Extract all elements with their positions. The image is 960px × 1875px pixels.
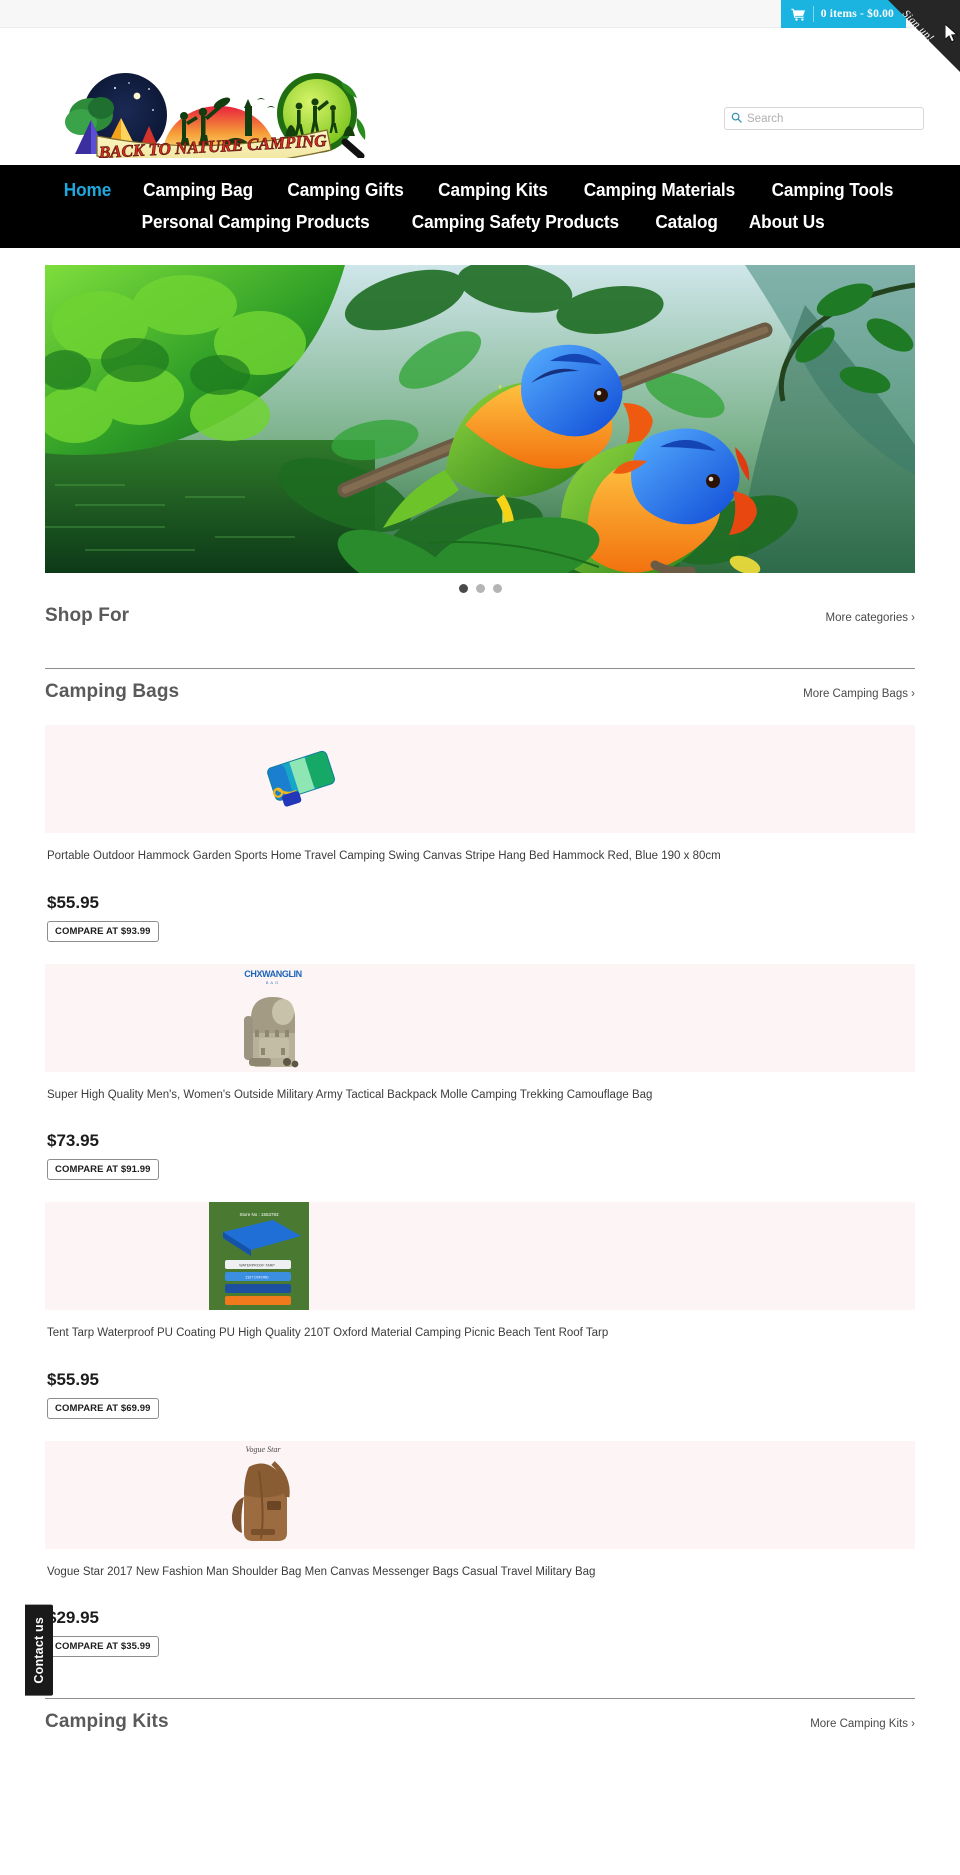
camping-bags-header: Camping Bags More Camping Bags ›: [45, 669, 915, 703]
product-image-row[interactable]: Vogue Star: [45, 1440, 915, 1549]
section-camping-kits: Camping Kits More Camping Kits ›: [0, 1699, 960, 1733]
product-image-backpack: CHXWANGLIN BAG: [225, 963, 321, 1072]
main-navigation: Home Camping Bag Camping Gifts Camping K…: [0, 165, 960, 248]
camping-bags-title: Camping Bags: [45, 681, 180, 702]
search-box[interactable]: [724, 107, 924, 130]
search-input[interactable]: [747, 112, 917, 125]
nav-item-catalog[interactable]: Catalog: [643, 206, 730, 238]
signup-ribbon[interactable]: Sign up!: [888, 0, 960, 72]
nav-item-home[interactable]: Home: [52, 174, 124, 206]
shop-for-header: Shop For More categories ›: [45, 593, 915, 627]
svg-text:BAG: BAG: [266, 980, 280, 985]
product-price: $55.95: [47, 892, 99, 912]
product-card[interactable]: Portable Outdoor Hammock Garden Sports H…: [45, 703, 915, 942]
site-header: BACK TO NATURE CAMPING: [0, 28, 960, 167]
nav-row-secondary: Personal Camping Products Camping Safety…: [0, 206, 960, 238]
shopping-cart-icon: [791, 8, 806, 21]
top-bar: 0 items - $0.00 Sign up!: [0, 0, 960, 72]
product-image-tarp: Store No : 1553783 WATERPROOF TARP 210T …: [209, 1202, 309, 1311]
product-pane-left: [45, 963, 225, 1072]
nav-item-camping-gifts[interactable]: Camping Gifts: [275, 174, 416, 206]
product-image-hammock: [253, 725, 349, 833]
product-image-sling-bag: Vogue Star: [215, 1440, 311, 1549]
hero-slide[interactable]: [45, 265, 915, 573]
product-pane-left: [45, 1440, 215, 1549]
product-pane-right: [349, 725, 915, 833]
svg-text:Store No : 1553783: Store No : 1553783: [239, 1212, 279, 1217]
nav-item-personal-camping-products[interactable]: Personal Camping Products: [129, 206, 381, 238]
nav-row-primary: Home Camping Bag Camping Gifts Camping K…: [0, 174, 960, 206]
logo-artwork: BACK TO NATURE CAMPING: [65, 73, 366, 167]
more-camping-kits-link[interactable]: More Camping Kits ›: [810, 1718, 915, 1730]
product-title[interactable]: Vogue Star 2017 New Fashion Man Shoulder…: [45, 1549, 915, 1581]
signup-ribbon-label: Sign up!: [899, 7, 937, 45]
section-camping-bags: Camping Bags More Camping Bags › Portabl…: [0, 669, 960, 1700]
compare-at-badge: COMPARE AT $91.99: [47, 1159, 159, 1181]
section-shop-for: Shop For More categories ›: [0, 593, 960, 669]
camping-kits-header: Camping Kits More Camping Kits ›: [45, 1699, 915, 1733]
cart-total-label: 0 items - $0.00: [820, 8, 894, 20]
product-title[interactable]: Tent Tarp Waterproof PU Coating PU High …: [45, 1310, 915, 1342]
carousel-dots: [45, 573, 915, 593]
compare-at-badge: COMPARE AT $35.99: [47, 1636, 159, 1658]
product-pane-right: [321, 963, 915, 1072]
nav-item-camping-bag[interactable]: Camping Bag: [131, 174, 265, 206]
compare-at-badge: COMPARE AT $93.99: [47, 920, 159, 942]
camping-kits-title: Camping Kits: [45, 1711, 169, 1733]
product-title[interactable]: Portable Outdoor Hammock Garden Sports H…: [45, 833, 915, 865]
product-card[interactable]: Vogue Star Vogue Star 2017 New Fashion M…: [45, 1419, 915, 1658]
product-card[interactable]: Store No : 1553783 WATERPROOF TARP 210T …: [45, 1180, 915, 1419]
cart-divider: [812, 6, 814, 22]
product-price: $73.95: [47, 1131, 99, 1151]
nav-item-about-us[interactable]: About Us: [737, 206, 837, 238]
carousel-dot-2[interactable]: [475, 584, 485, 593]
product-card[interactable]: CHXWANGLIN BAG Super High Quality Men's,…: [45, 942, 915, 1181]
nav-item-camping-kits[interactable]: Camping Kits: [426, 174, 560, 206]
compare-at-badge: COMPARE AT $69.99: [47, 1397, 159, 1419]
product-image-row[interactable]: CHXWANGLIN BAG: [45, 963, 915, 1072]
product-price: $29.95: [47, 1608, 99, 1628]
product-image-row[interactable]: [45, 725, 915, 833]
product-pane-left: [45, 1202, 209, 1311]
product-pane-right: [311, 1440, 915, 1549]
carousel-dot-3[interactable]: [492, 584, 502, 593]
svg-text:210T OXFORD: 210T OXFORD: [245, 1276, 269, 1280]
svg-text:WATERPROOF TARP: WATERPROOF TARP: [239, 1264, 275, 1268]
product-pane-right: [309, 1202, 915, 1311]
svg-text:CHXWANGLIN: CHXWANGLIN: [244, 969, 302, 979]
nav-item-camping-materials[interactable]: Camping Materials: [572, 174, 748, 206]
more-camping-bags-link[interactable]: More Camping Bags ›: [803, 688, 915, 700]
product-pane-left: [45, 725, 253, 833]
product-image-row[interactable]: Store No : 1553783 WATERPROOF TARP 210T …: [45, 1202, 915, 1311]
site-logo[interactable]: BACK TO NATURE CAMPING: [45, 58, 370, 167]
hero-carousel: [0, 248, 960, 593]
search-icon: [731, 110, 742, 128]
contact-us-tab[interactable]: Contact us: [25, 1605, 53, 1696]
nav-item-camping-safety-products[interactable]: Camping Safety Products: [400, 206, 631, 238]
carousel-dot-1[interactable]: [458, 584, 468, 593]
product-price: $55.95: [47, 1369, 99, 1389]
more-categories-link[interactable]: More categories ›: [826, 612, 915, 624]
nav-item-camping-tools[interactable]: Camping Tools: [760, 174, 906, 206]
shop-for-title: Shop For: [45, 605, 130, 626]
product-title[interactable]: Super High Quality Men's, Women's Outsid…: [45, 1072, 915, 1104]
hero-image: [45, 265, 915, 573]
svg-text:Vogue Star: Vogue Star: [246, 1445, 282, 1454]
